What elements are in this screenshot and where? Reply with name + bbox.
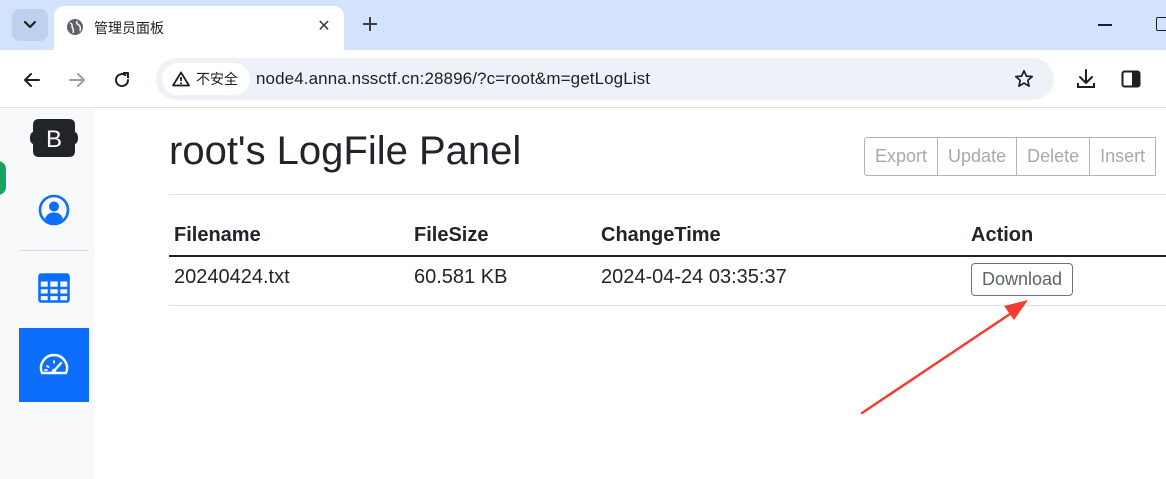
speedometer-icon bbox=[39, 353, 69, 375]
forward-button[interactable] bbox=[62, 65, 92, 95]
back-arrow-icon bbox=[24, 73, 40, 87]
back-button[interactable] bbox=[17, 65, 47, 95]
table-icon bbox=[38, 273, 70, 303]
download-button[interactable]: Download bbox=[971, 263, 1074, 296]
forward-arrow-icon bbox=[69, 73, 85, 87]
minimize-button[interactable] bbox=[1098, 24, 1112, 26]
maximize-button[interactable] bbox=[1156, 17, 1166, 31]
tab-search-button[interactable] bbox=[12, 9, 48, 41]
browser-toolbar: 不安全 node4.anna.nssctf.cn:28896/?c=root&m… bbox=[0, 50, 1166, 108]
tab-title: 管理员面板 bbox=[94, 20, 164, 36]
column-header-filename: Filename bbox=[169, 215, 409, 257]
browser-tab[interactable]: 管理员面板 ✕ bbox=[54, 6, 344, 50]
close-icon[interactable]: ✕ bbox=[312, 14, 336, 38]
url-text[interactable]: node4.anna.nssctf.cn:28896/?c=root&m=get… bbox=[256, 69, 650, 89]
table-header-row: Filename FileSize ChangeTime Action bbox=[169, 215, 1166, 257]
action-button-group: Export Update Delete Insert bbox=[864, 137, 1157, 176]
page-title: root's LogFile Panel bbox=[169, 129, 522, 173]
security-label: 不安全 bbox=[196, 71, 238, 87]
column-header-action: Action bbox=[966, 215, 1166, 257]
side-panel-icon[interactable] bbox=[1118, 66, 1144, 92]
cell-action: Download bbox=[966, 256, 1166, 306]
reload-button[interactable] bbox=[107, 65, 137, 95]
update-button[interactable]: Update bbox=[938, 137, 1018, 176]
plus-icon bbox=[363, 17, 377, 31]
user-icon bbox=[38, 194, 70, 226]
sidebar-item-user[interactable] bbox=[19, 173, 89, 247]
cell-filename: 20240424.txt bbox=[169, 256, 409, 306]
sidebar-item-table[interactable] bbox=[19, 251, 89, 325]
table-row: 20240424.txt 60.581 KB 2024-04-24 03:35:… bbox=[169, 256, 1166, 306]
page-content: B root's LogFile Panel Export Update Del… bbox=[0, 109, 1166, 479]
reload-icon bbox=[115, 72, 130, 88]
title-divider bbox=[169, 194, 1166, 195]
column-header-changetime: ChangeTime bbox=[596, 215, 966, 257]
cell-filesize: 60.581 KB bbox=[409, 256, 596, 306]
sidebar-item-dashboard[interactable] bbox=[19, 328, 89, 402]
warning-icon bbox=[172, 71, 190, 87]
globe-icon bbox=[67, 19, 83, 35]
tab-strip: 管理员面板 ✕ bbox=[0, 0, 1166, 50]
insert-button[interactable]: Insert bbox=[1090, 137, 1157, 176]
address-bar[interactable]: 不安全 node4.anna.nssctf.cn:28896/?c=root&m… bbox=[156, 58, 1054, 100]
column-header-filesize: FileSize bbox=[409, 215, 596, 257]
sidebar: B bbox=[0, 109, 94, 479]
cell-changetime: 2024-04-24 03:35:37 bbox=[596, 256, 966, 306]
chevron-down-icon bbox=[23, 20, 37, 29]
new-tab-button[interactable] bbox=[356, 10, 384, 38]
svg-text:B: B bbox=[46, 126, 62, 153]
bookmark-star-icon[interactable] bbox=[1012, 67, 1036, 91]
export-button[interactable]: Export bbox=[864, 137, 939, 176]
bootstrap-logo[interactable]: B bbox=[29, 116, 79, 160]
delete-button[interactable]: Delete bbox=[1017, 137, 1091, 176]
log-table: Filename FileSize ChangeTime Action 2024… bbox=[169, 215, 1166, 306]
security-chip[interactable]: 不安全 bbox=[162, 63, 250, 95]
side-tab-indicator bbox=[0, 161, 6, 195]
download-icon[interactable] bbox=[1073, 66, 1099, 92]
